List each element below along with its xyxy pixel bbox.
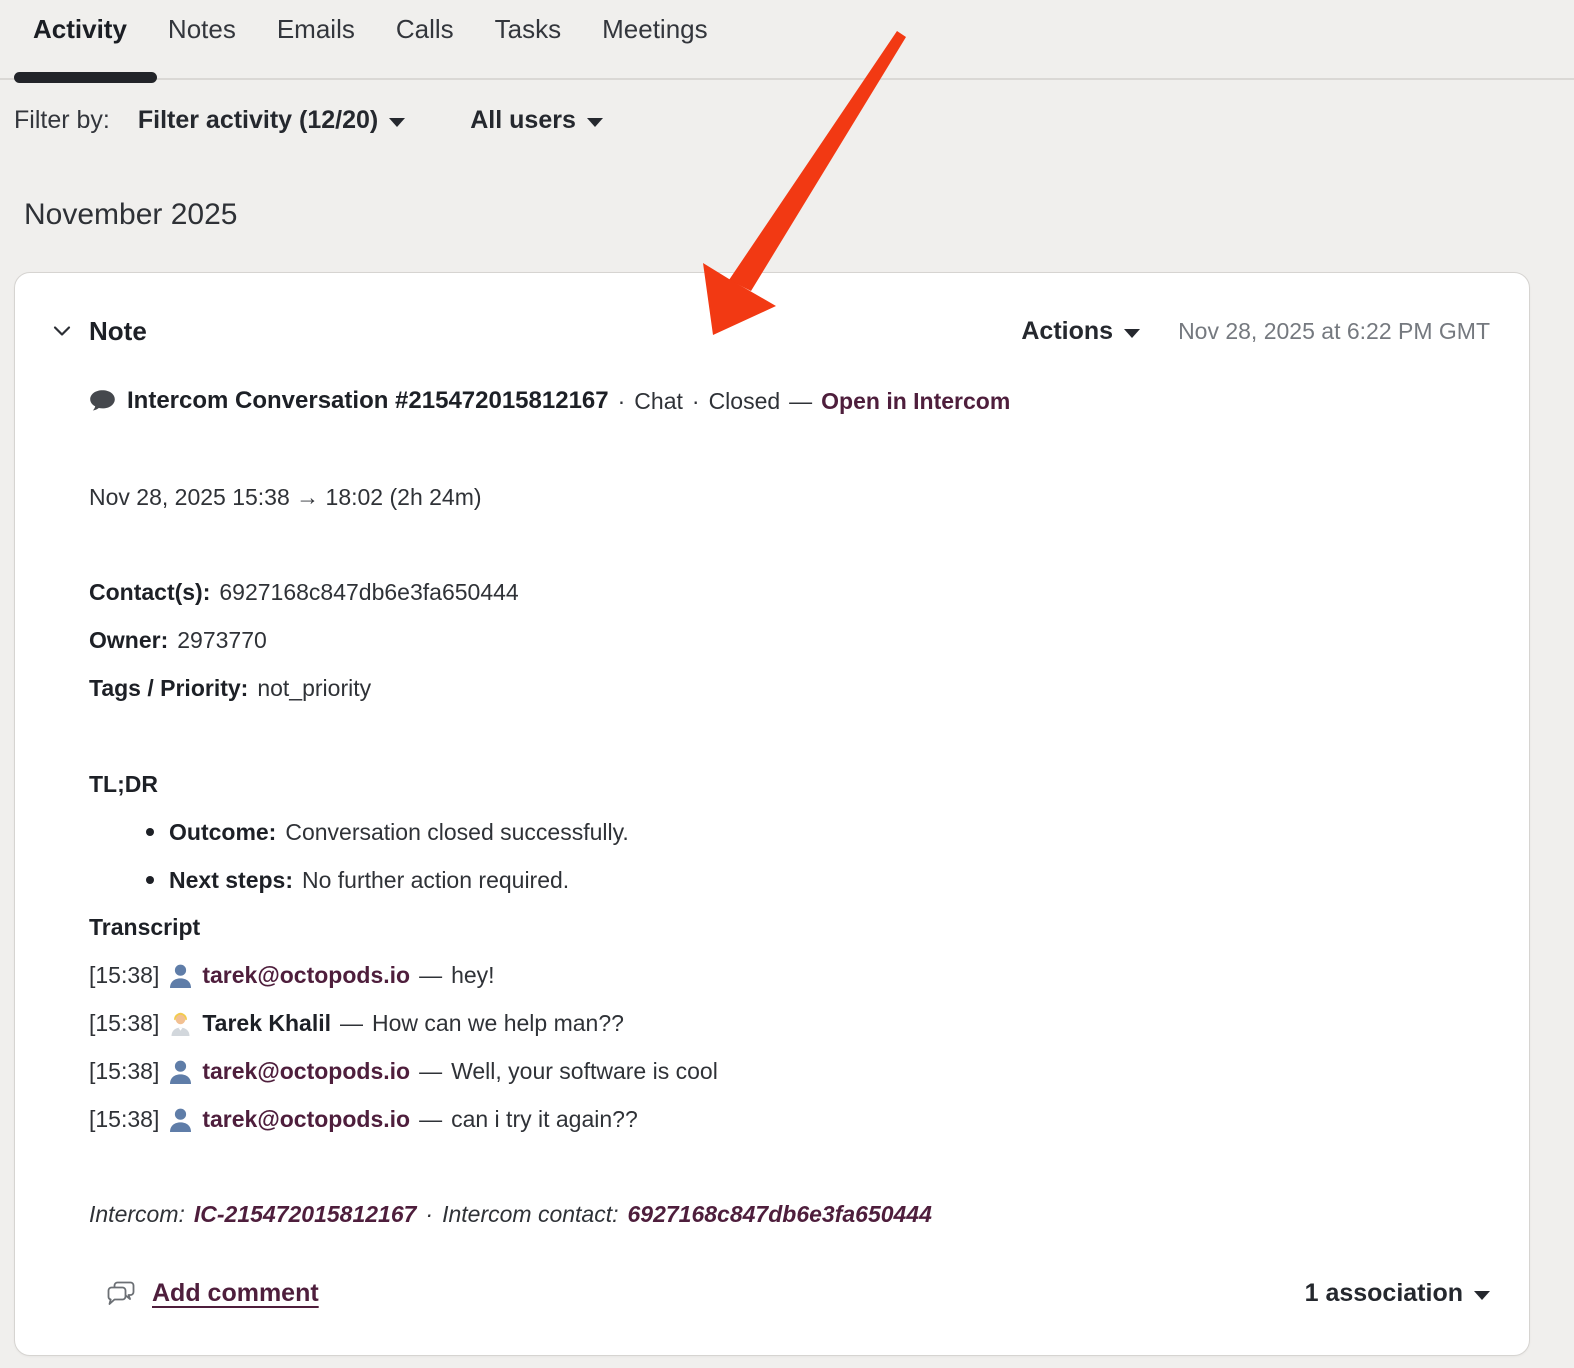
channel-label: Chat xyxy=(634,388,683,414)
bust-silhouette-emoji xyxy=(170,964,192,988)
message-time: [15:38] xyxy=(89,962,160,988)
speaker-name[interactable]: tarek@octopods.io xyxy=(202,960,410,990)
detail-label: Owner: xyxy=(89,627,169,653)
intercom-id-link[interactable]: IC-215472015812167 xyxy=(194,1199,417,1229)
speaker-name[interactable]: tarek@octopods.io xyxy=(202,1104,410,1134)
bust-silhouette-emoji xyxy=(170,1108,192,1132)
note-card-header: Note Actions Nov 28, 2025 at 6:22 PM GMT xyxy=(51,311,1490,351)
tab-tasks[interactable]: Tasks xyxy=(495,14,561,45)
detail-row-owner: Owner: 2973770 xyxy=(89,625,267,655)
intercom-contact-label: Intercom contact: xyxy=(442,1201,619,1227)
message-text: How can we help man?? xyxy=(372,1010,624,1036)
tab-calls[interactable]: Calls xyxy=(396,14,454,45)
note-timestamp: Nov 28, 2025 at 6:22 PM GMT xyxy=(1178,317,1490,344)
speaker-name: Tarek Khalil xyxy=(202,1010,332,1036)
message-text: Well, your software is cool xyxy=(451,1058,718,1084)
actions-dropdown[interactable]: Actions xyxy=(1021,316,1141,346)
chevron-down-icon xyxy=(1124,328,1141,338)
filter-by-label: Filter by: xyxy=(14,106,110,134)
chevron-down-icon xyxy=(586,118,603,127)
separator-dash: — xyxy=(419,1106,443,1132)
intercom-label: Intercom: xyxy=(89,1201,185,1227)
transcript-line: [15:38] tarek@octopods.io — can i try it… xyxy=(89,1104,638,1134)
filter-users-label: All users xyxy=(470,106,576,134)
conversation-title-line: Intercom Conversation #215472015812167 ·… xyxy=(89,386,1010,416)
intercom-contact-id-link[interactable]: 6927168c847db6e3fa650444 xyxy=(628,1199,932,1229)
tldr-heading: TL;DR xyxy=(89,771,158,797)
separator-dot: · xyxy=(425,1201,434,1227)
tldr-bullet-outcome: Outcome: Conversation closed successfull… xyxy=(146,817,629,847)
detail-value: 6927168c847db6e3fa650444 xyxy=(219,579,519,605)
filter-activity-label: Filter activity (12/20) xyxy=(137,106,379,134)
chevron-down-icon xyxy=(1474,1290,1490,1300)
time-range: Nov 28, 2025 15:38 → 18:02 (2h 24m) xyxy=(89,484,482,510)
speech-bubble-icon xyxy=(90,389,115,410)
activity-page: Activity Notes Emails Calls Tasks Meetin… xyxy=(0,0,1574,1368)
transcript-heading: Transcript xyxy=(89,914,201,940)
transcript-line: [15:38] tarek@octopods.io — hey! xyxy=(89,960,495,990)
bust-silhouette-emoji xyxy=(170,1060,192,1084)
message-text: hey! xyxy=(451,962,495,988)
bullet-label: Outcome: xyxy=(169,819,277,845)
bullet-text: Conversation closed successfully. xyxy=(285,819,629,845)
conversation-name: Intercom Conversation #215472015812167 xyxy=(127,387,609,414)
associations-label: 1 association xyxy=(1304,1278,1463,1307)
bullet-text: No further action required. xyxy=(301,867,570,893)
transcript-line: [15:38] Tarek Khalil — How can we help m… xyxy=(89,1008,624,1038)
filter-bar: Filter by: Filter activity (12/20) All u… xyxy=(14,106,603,135)
detail-value: not_priority xyxy=(257,675,372,701)
object-tabs: Activity Notes Emails Calls Tasks Meetin… xyxy=(33,14,708,45)
header-right-group: Actions Nov 28, 2025 at 6:22 PM GMT xyxy=(1021,317,1490,346)
bullet-dot xyxy=(146,828,154,836)
filter-users-dropdown[interactable]: All users xyxy=(470,106,603,135)
associations-dropdown[interactable]: 1 association xyxy=(1305,1279,1490,1308)
filter-activity-dropdown[interactable]: Filter activity (12/20) xyxy=(137,106,406,135)
month-heading: November 2025 xyxy=(24,198,238,231)
tldr-bullet-next-steps: Next steps: No further action required. xyxy=(146,865,569,895)
tab-notes[interactable]: Notes xyxy=(168,14,236,45)
separator-dash: — xyxy=(419,1058,443,1084)
message-time: [15:38] xyxy=(89,1010,160,1036)
message-time: [15:38] xyxy=(89,1106,160,1132)
detail-value: 2973770 xyxy=(177,627,267,653)
separator-dash: — xyxy=(789,388,813,414)
transcript-line: [15:38] tarek@octopods.io — Well, your s… xyxy=(89,1056,718,1086)
active-tab-underline xyxy=(14,72,157,83)
status-label: Closed xyxy=(708,388,781,414)
note-card: Note Actions Nov 28, 2025 at 6:22 PM GMT… xyxy=(14,272,1530,1356)
tab-activity[interactable]: Activity xyxy=(33,14,127,45)
detail-row-tags-priority: Tags / Priority: not_priority xyxy=(89,673,371,703)
speaker-name[interactable]: tarek@octopods.io xyxy=(202,1056,410,1086)
bullet-label: Next steps: xyxy=(169,867,293,893)
tabs-divider xyxy=(0,78,1574,80)
comments-icon xyxy=(107,1281,135,1305)
tab-meetings[interactable]: Meetings xyxy=(602,14,708,45)
note-card-footer: Add comment 1 association xyxy=(106,1271,1490,1315)
separator-dot: · xyxy=(617,388,626,414)
note-type-label: Note xyxy=(89,315,147,346)
add-comment-label: Add comment xyxy=(152,1278,319,1307)
separator-dot: · xyxy=(691,388,700,414)
message-time: [15:38] xyxy=(89,1058,160,1084)
intercom-refs-line: Intercom: IC-215472015812167 · Intercom … xyxy=(89,1199,932,1229)
separator-dash: — xyxy=(340,1010,364,1036)
message-text: can i try it again?? xyxy=(451,1106,638,1132)
detail-label: Tags / Priority: xyxy=(89,675,249,701)
bullet-dot xyxy=(146,876,154,884)
open-in-intercom-link[interactable]: Open in Intercom xyxy=(821,386,1010,416)
detail-label: Contact(s): xyxy=(89,579,211,605)
add-comment-button[interactable]: Add comment xyxy=(106,1279,319,1308)
detail-row-contacts: Contact(s): 6927168c847db6e3fa650444 xyxy=(89,577,519,607)
person-emoji xyxy=(171,1012,190,1036)
collapse-chevron-icon[interactable] xyxy=(51,320,73,342)
separator-dash: — xyxy=(419,962,443,988)
chevron-down-icon xyxy=(389,118,406,127)
actions-label: Actions xyxy=(1021,316,1114,345)
tab-emails[interactable]: Emails xyxy=(277,14,355,45)
